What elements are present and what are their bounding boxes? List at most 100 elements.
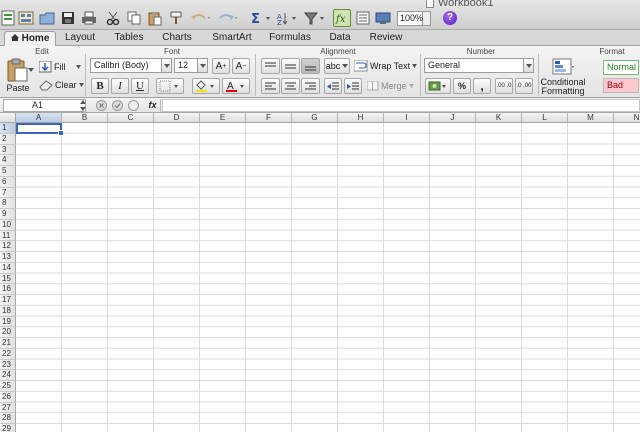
paste-dropdown-icon[interactable]	[28, 68, 34, 72]
paste-icon[interactable]	[146, 9, 164, 27]
decrease-indent-button[interactable]	[324, 78, 342, 94]
column-header[interactable]: A	[16, 113, 62, 123]
number-format-field[interactable]: General	[424, 58, 524, 73]
align-middle-button[interactable]	[281, 58, 300, 74]
align-center-button[interactable]	[281, 78, 300, 94]
sort-icon[interactable]: AZ	[275, 9, 299, 27]
bold-button[interactable]: B	[91, 78, 109, 94]
media-browser-icon[interactable]	[374, 9, 392, 27]
zoom-field[interactable]: 100%	[397, 11, 423, 26]
formula-builder-icon[interactable]: fx	[333, 9, 351, 27]
comma-button[interactable]: ,	[473, 78, 491, 94]
font-name-dropdown[interactable]	[162, 58, 172, 73]
row-header[interactable]: 8	[0, 198, 16, 209]
toolbox-icon[interactable]	[354, 9, 372, 27]
number-format-dropdown[interactable]	[524, 58, 534, 73]
confirm-entry-icon[interactable]	[112, 100, 123, 111]
wrap-text-button[interactable]: Wrap Text	[354, 59, 418, 73]
cell-grid[interactable]	[16, 123, 640, 432]
format-painter-icon[interactable]	[167, 9, 185, 27]
row-header[interactable]: 27	[0, 402, 16, 414]
row-header[interactable]: 19	[0, 316, 16, 328]
decrease-decimal-button[interactable]: .0 .00	[515, 78, 533, 94]
column-header[interactable]: M	[568, 113, 614, 123]
row-header[interactable]: 3	[0, 144, 16, 156]
borders-button[interactable]	[156, 78, 184, 94]
currency-button[interactable]	[425, 78, 451, 94]
clear-button[interactable]: Clear	[39, 78, 84, 92]
redo-icon[interactable]	[216, 9, 240, 27]
column-header[interactable]: B	[62, 113, 108, 123]
column-header[interactable]: I	[384, 113, 430, 123]
tab-formulas[interactable]: Formulas	[262, 31, 318, 46]
filter-icon[interactable]	[303, 9, 327, 27]
orientation-button[interactable]: abc	[324, 58, 350, 74]
column-header[interactable]: G	[292, 113, 338, 123]
open-icon[interactable]	[38, 9, 56, 27]
fill-button[interactable]: Fill	[39, 60, 81, 74]
row-header[interactable]: 15	[0, 273, 16, 285]
cut-icon[interactable]	[104, 9, 122, 27]
row-header[interactable]: 29	[0, 424, 16, 432]
align-top-button[interactable]	[261, 58, 280, 74]
column-header[interactable]: E	[200, 113, 246, 123]
font-name-field[interactable]: Calibri (Body)	[90, 58, 162, 73]
fill-color-button[interactable]	[192, 78, 220, 94]
tab-layout[interactable]: Layout	[58, 31, 102, 46]
percent-button[interactable]: %	[453, 78, 471, 94]
tab-tables[interactable]: Tables	[106, 31, 152, 46]
increase-decimal-button[interactable]: .00 .0	[495, 78, 513, 94]
row-header[interactable]: 11	[0, 230, 16, 242]
font-size-dropdown[interactable]	[198, 58, 208, 73]
autosum-icon[interactable]: Σ	[249, 9, 273, 27]
column-header[interactable]: N	[614, 113, 640, 123]
column-header[interactable]: D	[154, 113, 200, 123]
align-left-button[interactable]	[261, 78, 280, 94]
column-header[interactable]: F	[246, 113, 292, 123]
style-normal[interactable]: Normal	[603, 60, 639, 75]
row-header[interactable]: 13	[0, 252, 16, 263]
align-bottom-button[interactable]	[301, 58, 320, 74]
undo-icon[interactable]	[189, 9, 213, 27]
tab-home[interactable]: Home	[4, 31, 56, 46]
row-header[interactable]: 17	[0, 295, 16, 306]
active-cell[interactable]	[16, 123, 64, 136]
tab-data[interactable]: Data	[318, 31, 362, 46]
name-box[interactable]: A1	[3, 99, 86, 112]
row-header[interactable]: 9	[0, 209, 16, 220]
row-header[interactable]: 6	[0, 176, 16, 188]
row-header[interactable]: 20	[0, 327, 16, 338]
help-icon[interactable]: ?	[443, 11, 457, 25]
row-header[interactable]: 14	[0, 262, 16, 274]
row-header[interactable]: 12	[0, 241, 16, 252]
row-header[interactable]: 26	[0, 391, 16, 403]
underline-button[interactable]: U	[131, 78, 149, 94]
row-header[interactable]: 25	[0, 381, 16, 392]
font-size-field[interactable]: 12	[174, 58, 198, 73]
tab-review[interactable]: Review	[364, 31, 408, 46]
row-header[interactable]: 18	[0, 305, 16, 317]
shrink-font-button[interactable]: A −	[232, 58, 250, 74]
new-from-template-icon[interactable]	[17, 9, 35, 27]
paste-button[interactable]: Paste	[2, 58, 34, 98]
conditional-formatting-button[interactable]: Conditional Formatting	[540, 58, 586, 98]
grow-font-button[interactable]: A +	[212, 58, 230, 74]
italic-button[interactable]: I	[111, 78, 129, 94]
select-all-corner[interactable]	[0, 113, 16, 123]
row-header[interactable]: 2	[0, 133, 16, 145]
align-right-button[interactable]	[301, 78, 320, 94]
row-header[interactable]: 24	[0, 370, 16, 381]
merge-button[interactable]: Merge	[367, 79, 414, 93]
row-header[interactable]: 10	[0, 219, 16, 231]
tab-smartart[interactable]: SmartArt	[204, 31, 260, 46]
row-header[interactable]: 1	[0, 123, 16, 134]
function-wizard-icon[interactable]	[128, 100, 139, 111]
new-workbook-icon[interactable]	[0, 9, 16, 27]
name-box-stepper-icon[interactable]	[80, 100, 86, 111]
row-header[interactable]: 28	[0, 413, 16, 424]
copy-icon[interactable]	[125, 9, 143, 27]
column-header[interactable]: C	[108, 113, 154, 123]
tab-charts[interactable]: Charts	[152, 31, 202, 46]
row-header[interactable]: 22	[0, 348, 16, 360]
style-bad[interactable]: Bad	[603, 78, 639, 93]
